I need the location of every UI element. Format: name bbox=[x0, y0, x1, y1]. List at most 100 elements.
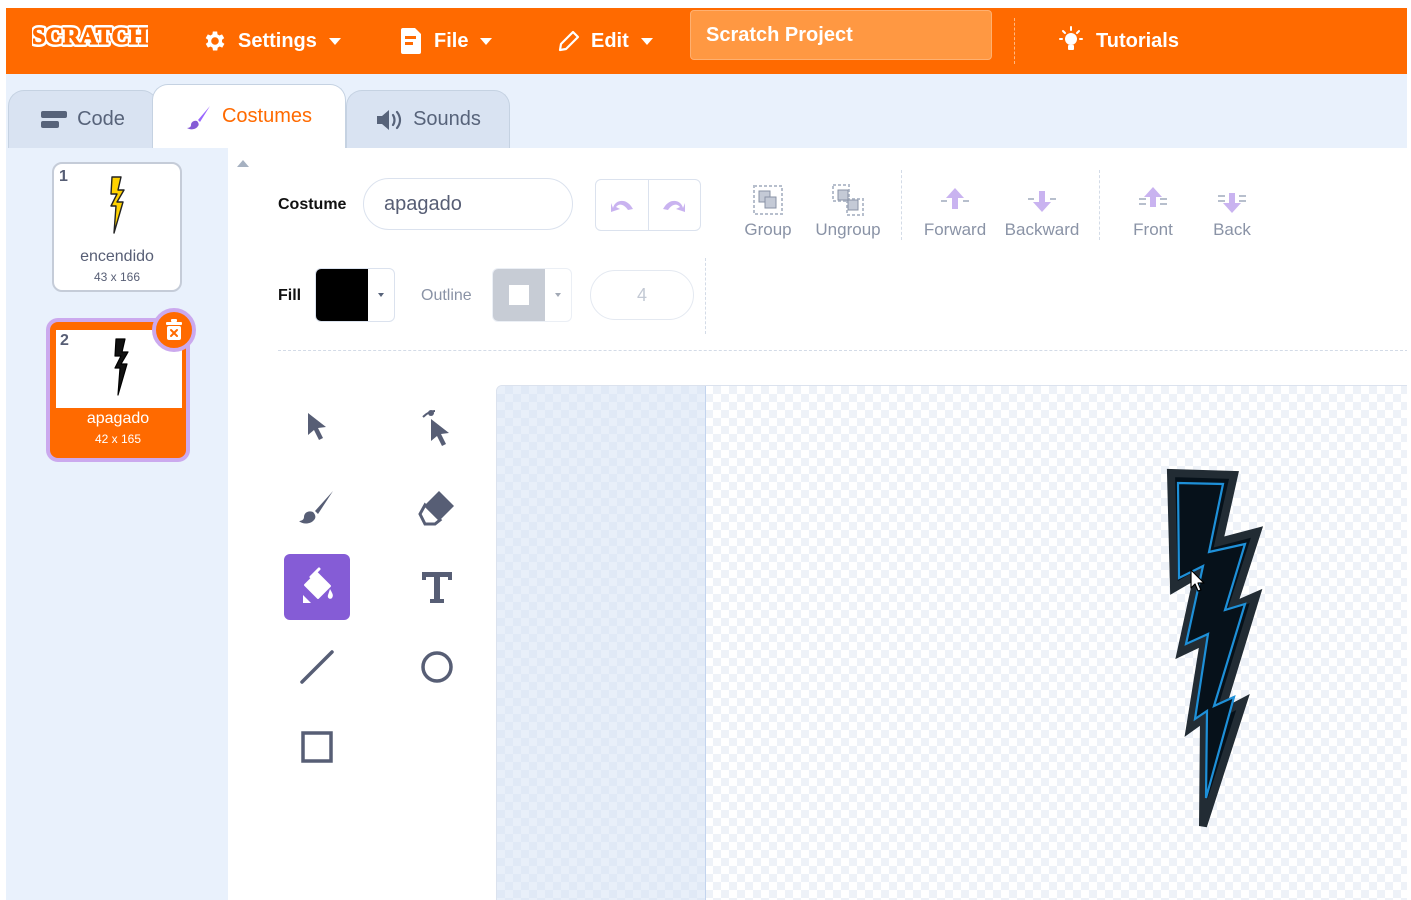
backward-button[interactable]: Backward bbox=[999, 180, 1085, 240]
file-label: File bbox=[434, 29, 469, 52]
outline-color-swatch bbox=[493, 269, 545, 321]
undo-redo-group bbox=[595, 179, 701, 231]
scroll-up-icon[interactable] bbox=[237, 160, 249, 167]
fill-color-swatch bbox=[316, 269, 368, 321]
circle-tool[interactable] bbox=[404, 634, 470, 700]
tutorials-button[interactable]: Tutorials bbox=[1056, 8, 1179, 74]
mouse-cursor-icon bbox=[1190, 569, 1205, 592]
reshape-icon bbox=[419, 407, 455, 447]
project-title-input[interactable]: Scratch Project bbox=[690, 10, 992, 60]
undo-icon bbox=[609, 196, 635, 214]
undo-button[interactable] bbox=[596, 180, 648, 230]
brush-tool[interactable] bbox=[284, 474, 350, 540]
fill-color-picker[interactable] bbox=[315, 268, 395, 322]
chevron-down-icon bbox=[368, 269, 394, 321]
settings-menu[interactable]: Settings bbox=[202, 8, 341, 74]
group-label: Group bbox=[744, 220, 792, 239]
menu-bar: SCRATCH SCRATCH Settings File Edit Scrat… bbox=[6, 8, 1407, 74]
outline-width-input[interactable]: 4 bbox=[590, 270, 694, 320]
paintbrush-icon bbox=[186, 104, 212, 130]
gear-icon bbox=[202, 28, 228, 54]
pencil-icon bbox=[557, 29, 581, 53]
fill-label: Fill bbox=[278, 287, 302, 304]
tab-costumes[interactable]: Costumes bbox=[152, 84, 346, 148]
group-icon bbox=[728, 180, 808, 220]
tab-code-label: Code bbox=[77, 108, 125, 130]
fill-tool[interactable] bbox=[284, 554, 350, 620]
brush-icon bbox=[297, 487, 337, 527]
chevron-down-icon bbox=[480, 37, 493, 45]
redo-button[interactable] bbox=[647, 180, 701, 230]
reshape-tool[interactable] bbox=[404, 394, 470, 460]
tab-costumes-label: Costumes bbox=[221, 105, 313, 127]
tab-code[interactable]: Code bbox=[8, 90, 158, 148]
toolbar-separator bbox=[278, 350, 1407, 351]
rectangle-tool-icon bbox=[299, 729, 335, 765]
toolbar-divider bbox=[705, 258, 706, 334]
costume-thumbnail bbox=[114, 338, 129, 396]
back-button[interactable]: Back bbox=[1192, 180, 1272, 240]
trash-icon bbox=[164, 319, 184, 341]
back-label: Back bbox=[1213, 220, 1251, 239]
costume-size: 43 x 166 bbox=[93, 270, 141, 284]
lightning-bolt-shape[interactable] bbox=[1157, 466, 1267, 836]
eraser-icon bbox=[417, 487, 457, 527]
edit-menu[interactable]: Edit bbox=[557, 8, 653, 74]
line-tool-icon bbox=[299, 649, 335, 685]
group-button[interactable]: Group bbox=[728, 180, 808, 240]
chevron-down-icon bbox=[640, 37, 653, 45]
costume-number: 1 bbox=[59, 168, 68, 185]
costume-label: Costume bbox=[278, 196, 347, 213]
send-to-back-icon bbox=[1192, 180, 1272, 220]
speaker-icon bbox=[375, 109, 403, 131]
bring-to-front-icon bbox=[1113, 180, 1193, 220]
select-tool[interactable] bbox=[284, 394, 350, 460]
forward-button[interactable]: Forward bbox=[915, 180, 995, 240]
file-icon bbox=[400, 27, 424, 55]
chevron-down-icon bbox=[545, 269, 571, 321]
line-tool[interactable] bbox=[284, 634, 350, 700]
select-arrow-icon bbox=[302, 410, 332, 444]
canvas-offstage-area bbox=[497, 386, 706, 900]
arrow-up-icon bbox=[915, 180, 995, 220]
forward-label: Forward bbox=[923, 220, 987, 239]
costume-thumbnail bbox=[110, 176, 125, 234]
ungroup-button[interactable]: Ungroup bbox=[808, 180, 888, 240]
rectangle-tool[interactable] bbox=[284, 714, 350, 780]
ungroup-label: Ungroup bbox=[815, 220, 881, 239]
settings-label: Settings bbox=[238, 29, 317, 52]
tutorials-label: Tutorials bbox=[1096, 29, 1179, 52]
costume-name: apagado bbox=[86, 410, 150, 427]
editor-tabs: Code Costumes Sounds bbox=[6, 74, 1407, 148]
file-menu[interactable]: File bbox=[400, 8, 493, 74]
delete-costume-button[interactable] bbox=[152, 308, 196, 352]
costume-item-encendido[interactable]: 1 encendido 43 x 166 bbox=[52, 162, 182, 292]
menu-divider bbox=[1014, 18, 1015, 64]
scratch-editor-window: SCRATCH SCRATCH Settings File Edit Scrat… bbox=[6, 8, 1407, 900]
eraser-tool[interactable] bbox=[404, 474, 470, 540]
text-tool-icon bbox=[419, 569, 455, 605]
costume-number: 2 bbox=[60, 332, 69, 349]
front-button[interactable]: Front bbox=[1113, 180, 1193, 240]
edit-label: Edit bbox=[591, 29, 629, 52]
ungroup-icon bbox=[808, 180, 888, 220]
fill-bucket-icon bbox=[297, 567, 337, 607]
text-tool[interactable] bbox=[404, 554, 470, 620]
tab-sounds[interactable]: Sounds bbox=[346, 90, 510, 148]
svg-text:SCRATCH: SCRATCH bbox=[32, 24, 148, 50]
front-label: Front bbox=[1133, 220, 1173, 239]
arrow-down-icon bbox=[999, 180, 1085, 220]
costume-name-input[interactable]: apagado bbox=[363, 178, 573, 230]
costume-list-scrollbar[interactable] bbox=[228, 148, 259, 900]
chevron-down-icon bbox=[328, 37, 341, 45]
drawing-canvas[interactable] bbox=[496, 385, 1407, 900]
paint-editor: Costume apagado Group Ungroup Forward Ba… bbox=[258, 148, 1407, 900]
costume-list: 1 encendido 43 x 166 2 apagado 42 x 165 bbox=[6, 148, 229, 900]
code-blocks-icon bbox=[41, 110, 68, 129]
scratch-logo[interactable]: SCRATCH SCRATCH bbox=[29, 14, 151, 56]
toolbar-divider bbox=[1099, 170, 1100, 240]
outline-color-picker[interactable] bbox=[492, 268, 572, 322]
tab-sounds-label: Sounds bbox=[413, 108, 481, 130]
redo-icon bbox=[661, 196, 687, 214]
outline-label: Outline bbox=[421, 287, 472, 304]
